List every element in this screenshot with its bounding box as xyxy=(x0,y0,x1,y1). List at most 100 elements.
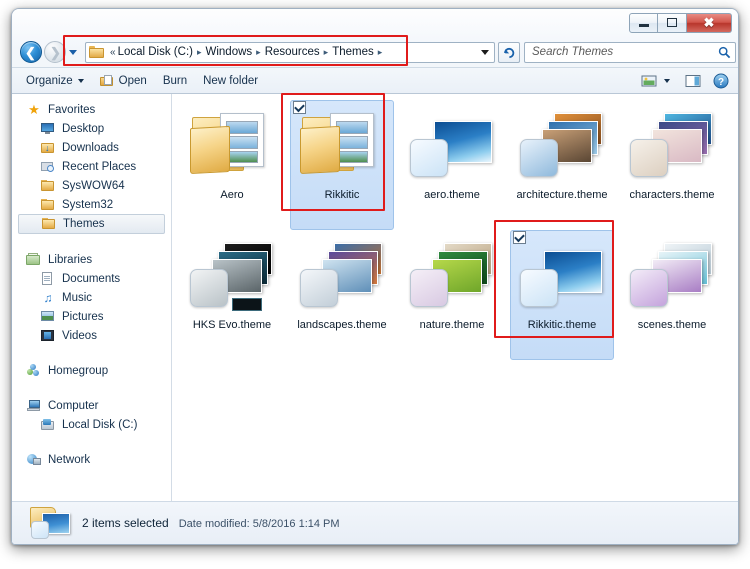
breadcrumb-item-2[interactable]: Resources xyxy=(265,46,320,58)
address-bar[interactable]: « Local Disk (C:) ▸ Windows ▸ Resources … xyxy=(85,41,495,63)
breadcrumb-separator-icon[interactable]: ▸ xyxy=(256,47,261,58)
search-icon[interactable] xyxy=(713,46,735,59)
file-item-rikkitic-theme[interactable]: Rikkitic.theme xyxy=(510,230,614,360)
star-icon: ★ xyxy=(28,101,40,117)
address-dropdown-button[interactable] xyxy=(476,43,494,62)
folder-icon xyxy=(300,111,386,181)
computer-icon xyxy=(26,399,42,413)
sidebar-item-libraries[interactable]: Libraries xyxy=(12,250,171,269)
sidebar-label: Music xyxy=(62,291,93,304)
title-bar: ✖ xyxy=(12,9,738,37)
breadcrumb-item-0[interactable]: Local Disk (C:) xyxy=(118,46,193,58)
sidebar-label: Homegroup xyxy=(48,364,109,377)
search-input[interactable]: Search Themes xyxy=(525,46,713,58)
theme-thumbnail xyxy=(294,235,390,317)
status-text-group: 2 items selected Date modified: 5/8/2016… xyxy=(82,516,340,530)
help-icon: ? xyxy=(713,73,729,88)
sidebar-item-homegroup[interactable]: Homegroup xyxy=(12,361,171,380)
sidebar-item-pictures[interactable]: Pictures xyxy=(12,307,171,326)
sidebar-item-videos[interactable]: Videos xyxy=(12,326,171,345)
sidebar-item-local-disk-c[interactable]: Local Disk (C:) xyxy=(12,415,171,434)
sidebar-item-music[interactable]: ♫ Music xyxy=(12,288,171,307)
minimize-icon xyxy=(638,24,649,27)
sidebar-item-favorites[interactable]: ★ Favorites xyxy=(12,100,171,119)
breadcrumb-separator-icon[interactable]: ▸ xyxy=(378,47,383,58)
close-icon: ✖ xyxy=(703,15,715,30)
help-button[interactable]: ? xyxy=(710,70,732,91)
preview-pane-button[interactable] xyxy=(682,70,704,91)
file-item-hks-evo-theme[interactable]: HKS Evo.theme xyxy=(180,230,284,360)
sidebar-label: System32 xyxy=(62,198,114,211)
change-view-button[interactable] xyxy=(638,70,660,91)
file-name: aero.theme xyxy=(424,189,480,201)
file-name: Rikkitic.theme xyxy=(527,319,597,331)
organize-button[interactable]: Organize xyxy=(18,70,92,92)
nav-group-favorites: ★ Favorites Desktop ↓ Downloads Recent P… xyxy=(12,100,171,234)
sidebar-item-themes[interactable]: Themes xyxy=(18,214,165,234)
file-item-landscapes-theme[interactable]: landscapes.theme xyxy=(290,230,394,360)
file-item-rikkitic[interactable]: Rikkitic xyxy=(290,100,394,230)
file-item-scenes-theme[interactable]: scenes.theme xyxy=(620,230,724,360)
root-chevron-icon[interactable]: « xyxy=(110,47,116,58)
burn-label: Burn xyxy=(162,74,188,87)
file-item-aero-theme[interactable]: aero.theme xyxy=(400,100,504,230)
selection-checkbox[interactable] xyxy=(513,231,526,244)
sidebar-label: SysWOW64 xyxy=(62,179,125,192)
toolbar-right-group: ? xyxy=(638,70,738,91)
forward-button[interactable]: ❯ xyxy=(44,41,66,63)
selection-checkbox[interactable] xyxy=(293,101,306,114)
file-item-architecture-theme[interactable]: architecture.theme xyxy=(510,100,614,230)
folder-icon xyxy=(89,46,104,58)
open-label: Open xyxy=(118,74,147,87)
view-dropdown-button[interactable] xyxy=(660,70,674,91)
open-icon xyxy=(99,74,114,87)
new-folder-button[interactable]: New folder xyxy=(195,70,266,92)
close-button[interactable]: ✖ xyxy=(687,12,732,33)
breadcrumb-separator-icon[interactable]: ▸ xyxy=(197,47,202,58)
navigation-pane[interactable]: ★ Favorites Desktop ↓ Downloads Recent P… xyxy=(12,94,172,501)
sidebar-item-downloads[interactable]: ↓ Downloads xyxy=(12,138,171,157)
sidebar-item-network[interactable]: Network xyxy=(12,450,171,469)
desktop-background: ✖ ❮ ❯ « Local Disk (C:) ▸ Windows ▸ Reso… xyxy=(0,0,750,569)
status-bar: 2 items selected Date modified: 5/8/2016… xyxy=(12,501,738,544)
burn-button[interactable]: Burn xyxy=(155,70,195,92)
breadcrumb-separator-icon[interactable]: ▸ xyxy=(324,47,329,58)
homegroup-icon xyxy=(26,363,42,378)
sidebar-item-recent-places[interactable]: Recent Places xyxy=(12,157,171,176)
refresh-button[interactable] xyxy=(498,41,520,63)
document-icon xyxy=(40,271,56,286)
new-folder-label: New folder xyxy=(203,74,259,87)
search-box[interactable]: Search Themes xyxy=(524,41,736,63)
sidebar-item-system32[interactable]: System32 xyxy=(12,195,171,214)
icon-grid: Aero Rikkitic aero.theme architecture.th… xyxy=(172,94,738,360)
maximize-button[interactable] xyxy=(658,12,687,33)
sidebar-item-syswow64[interactable]: SysWOW64 xyxy=(12,176,171,195)
open-button[interactable]: Open xyxy=(92,70,155,92)
theme-file-icon xyxy=(408,109,498,183)
preview-pane-icon xyxy=(685,74,701,87)
file-item-characters-theme[interactable]: characters.theme xyxy=(620,100,724,230)
file-item-nature-theme[interactable]: nature.theme xyxy=(400,230,504,360)
sidebar-item-documents[interactable]: Documents xyxy=(12,269,171,288)
theme-thumbnail xyxy=(624,235,720,317)
minimize-button[interactable] xyxy=(629,12,658,33)
breadcrumb-item-3[interactable]: Themes xyxy=(332,46,374,58)
desktop-icon xyxy=(40,122,56,136)
sidebar-label: Network xyxy=(48,453,91,466)
breadcrumb: « Local Disk (C:) ▸ Windows ▸ Resources … xyxy=(86,46,476,58)
sidebar-label: Libraries xyxy=(48,253,93,266)
sidebar-item-computer[interactable]: Computer xyxy=(12,396,171,415)
svg-text:?: ? xyxy=(718,77,724,88)
hard-disk-icon xyxy=(40,418,56,432)
history-dropdown-icon[interactable] xyxy=(69,49,77,55)
back-button[interactable]: ❮ xyxy=(20,41,42,63)
file-item-aero[interactable]: Aero xyxy=(180,100,284,230)
breadcrumb-item-1[interactable]: Windows xyxy=(206,46,253,58)
sidebar-item-desktop[interactable]: Desktop xyxy=(12,119,171,138)
nav-group-network: Network xyxy=(12,450,171,469)
sidebar-label: Local Disk (C:) xyxy=(62,418,138,431)
theme-file-icon xyxy=(518,109,608,183)
window-body: ★ Favorites Desktop ↓ Downloads Recent P… xyxy=(12,94,738,501)
file-list-pane[interactable]: Aero Rikkitic aero.theme architecture.th… xyxy=(172,94,738,501)
